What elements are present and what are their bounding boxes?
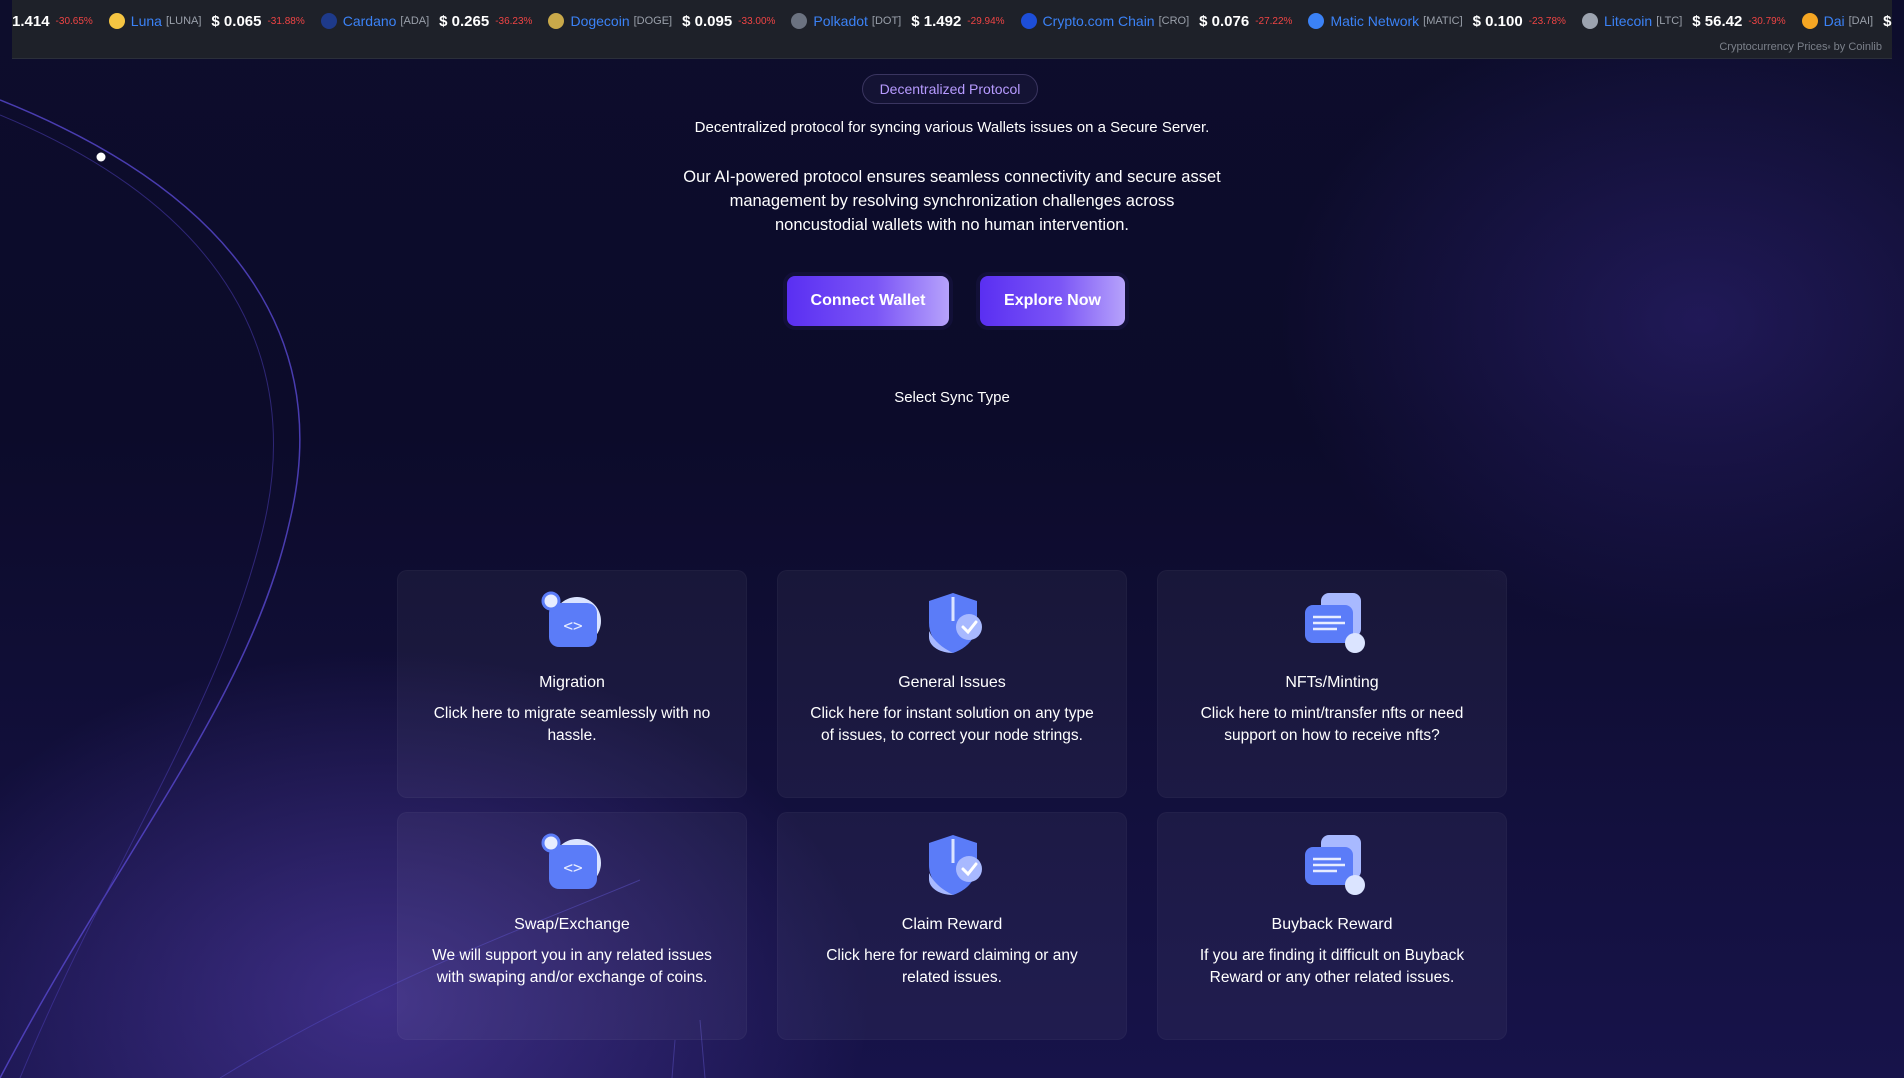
ticker-item[interactable]: Litecoin [LTC] $ 56.42 -30.79% xyxy=(1581,12,1786,30)
sync-card-description: Click here to mint/transfer nfts or need… xyxy=(1200,705,1464,744)
explore-now-button[interactable]: Explore Now xyxy=(980,276,1125,326)
glow-dot xyxy=(96,152,106,162)
ticker-price: $ 1.492 xyxy=(911,12,962,30)
ticker-change: -27.22% xyxy=(1255,15,1293,27)
ticker-coin-symbol: [LTC] xyxy=(1656,15,1683,27)
ticker-change: -29.94% xyxy=(967,15,1005,27)
ticker-coin-name: Crypto.com Chain xyxy=(1042,13,1155,29)
ticker-price: 1.414 xyxy=(12,12,50,30)
ticker-item[interactable]: Dogecoin [DOGE] $ 0.095 -33.00% xyxy=(548,13,775,30)
ticker-item[interactable]: Matic Network [MATIC] $ 0.100 -23.78% xyxy=(1308,13,1566,30)
ticker-coin-name: Litecoin xyxy=(1603,13,1653,29)
ticker-price: $ 0.265 xyxy=(439,12,490,30)
ticker-change: -31.88% xyxy=(267,15,305,27)
code-icon: <> xyxy=(539,833,607,897)
sync-card-swap-exchange[interactable]: <> Swap/Exchange We will support you in an… xyxy=(397,812,747,1040)
dai-icon xyxy=(1801,13,1818,29)
ticker-change: -30.65% xyxy=(55,15,93,27)
chat-icon xyxy=(1299,591,1367,655)
cardano-coin-icon xyxy=(320,13,337,29)
cro-icon xyxy=(1020,13,1037,29)
crypto-price-ticker: 1.414 -30.65% Luna [LUNA] $ 0.065 -31.88% Card… xyxy=(12,0,1892,59)
connect-wallet-button[interactable]: Connect Wallet xyxy=(787,276,949,326)
litecoin-icon xyxy=(1581,13,1598,29)
sync-card-description: If you are finding it difficult on Buyba… xyxy=(1199,947,1465,986)
ticker-change: -23.78% xyxy=(1528,15,1566,27)
ticker-coin-symbol: [DOGE] xyxy=(633,15,673,27)
ticker-change: -30.79% xyxy=(1748,15,1786,27)
svg-text:<>: <> xyxy=(563,616,582,635)
ticker-item[interactable]: Polkadot [DOT] $ 1.492 -29.94% xyxy=(791,12,1005,30)
ticker-item[interactable]: Dai[DAI] $ 1 xyxy=(1801,12,1892,30)
sync-card-description: We will support you in any related issue… xyxy=(432,947,712,986)
sync-card-migration[interactable]: <> Migration Click here to migrate seamles… xyxy=(397,570,747,798)
sync-card-description: Click here to migrate seamlessly with no… xyxy=(433,705,711,744)
sync-card-title: NFTs/Minting xyxy=(1285,674,1379,691)
sync-card-claim-reward[interactable]: Claim Reward Click here for reward claimi… xyxy=(777,812,1127,1040)
select-sync-type-label: Select Sync Type xyxy=(894,389,1010,406)
sync-card-description: Click here for reward claiming or any re… xyxy=(826,947,1078,986)
ticker-change: -36.23% xyxy=(495,15,533,27)
sync-card-nfts-minting[interactable]: NFTs/Minting Click here to mint/transfer … xyxy=(1157,570,1507,798)
chat-icon xyxy=(1299,833,1367,897)
matic-icon xyxy=(1308,13,1325,29)
ticker-coin-symbol: [MATIC] xyxy=(1423,15,1463,27)
ticker-coin-name: Luna xyxy=(130,13,162,29)
ticker-item[interactable]: Crypto.com Chain [CRO] $ 0.076 -27.22% xyxy=(1020,12,1293,30)
ticker-coin-symbol: [DAI] xyxy=(1848,15,1874,27)
ticker-row: 1.414 -30.65% Luna [LUNA] $ 0.065 -31.88% Card… xyxy=(12,10,1892,32)
ticker-coin-symbol: [LUNA] xyxy=(165,15,202,27)
code-icon: <> xyxy=(539,591,607,655)
ticker-coin-symbol: [CRO] xyxy=(1158,15,1190,27)
sync-card-description: Click here for instant solution on any t… xyxy=(810,705,1094,744)
ticker-coin-symbol: [ADA] xyxy=(400,15,430,27)
hero-description: Our AI-powered protocol ensures seamless… xyxy=(683,168,1221,234)
luna-coin-icon xyxy=(108,13,125,29)
shield-check-icon xyxy=(919,833,987,897)
sync-card-buyback-reward[interactable]: Buyback Reward If you are finding it diff… xyxy=(1157,812,1507,1040)
sync-card-title: Buyback Reward xyxy=(1271,916,1393,933)
svg-text:<>: <> xyxy=(563,858,582,877)
shield-check-icon xyxy=(919,591,987,655)
ticker-item[interactable]: Luna [LUNA] $ 0.065 -31.88% xyxy=(108,12,305,30)
ticker-coin-name: Matic Network xyxy=(1330,13,1420,29)
sync-card-title: General Issues xyxy=(898,674,1006,691)
ticker-price: $ 0.095 xyxy=(682,12,733,30)
ticker-price: $ 0.076 xyxy=(1199,12,1250,30)
polkadot-icon xyxy=(791,13,808,29)
sync-card-title: Claim Reward xyxy=(901,916,1003,933)
ticker-change: -33.00% xyxy=(738,15,776,27)
ticker-credit[interactable]: Cryptocurrency Prices⬫ by Coinlib xyxy=(1719,41,1882,54)
ticker-item[interactable]: Cardano [ADA] $ 0.265 -36.23% xyxy=(320,12,533,30)
sync-card-title: Migration xyxy=(539,674,605,691)
ticker-price: $ 0.100 xyxy=(1472,12,1523,30)
ticker-price: $ 56.42 xyxy=(1692,12,1743,30)
ticker-coin-symbol: [DOT] xyxy=(871,15,902,27)
hero-subtitle: Decentralized protocol for syncing vario… xyxy=(694,119,1210,136)
dogecoin-icon xyxy=(548,13,565,29)
ticker-coin-name: Dai xyxy=(1823,13,1845,29)
ticker-item[interactable]: 1.414 -30.65% xyxy=(12,13,93,30)
sync-card-general-issues[interactable]: General Issues Click here for instant sol… xyxy=(777,570,1127,798)
sync-card-title: Swap/Exchange xyxy=(514,916,630,933)
ticker-coin-name: Dogecoin xyxy=(570,13,630,29)
ticker-coin-name: Polkadot xyxy=(813,13,868,29)
ticker-coin-name: Cardano xyxy=(342,13,397,29)
ticker-price: $ 0.065 xyxy=(211,12,262,30)
protocol-badge: Decentralized Protocol xyxy=(862,74,1038,104)
ticker-price: $ 1 xyxy=(1883,12,1892,30)
